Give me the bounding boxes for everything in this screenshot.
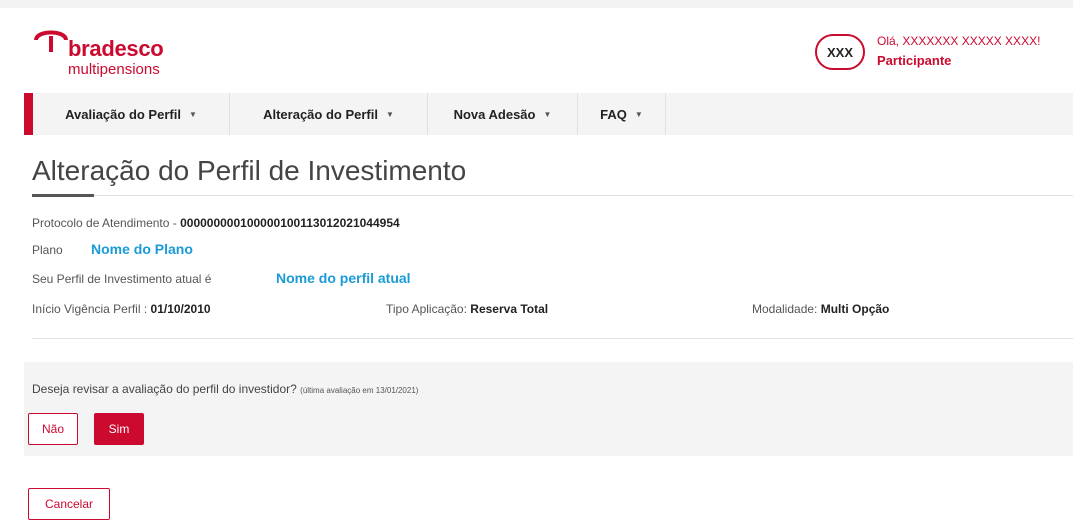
no-button[interactable]: Não bbox=[28, 413, 78, 445]
inicio-label: Início Vigência Perfil : bbox=[32, 302, 151, 316]
review-question-panel: Deseja revisar a avaliação do perfil do … bbox=[24, 362, 1073, 456]
modalidade-value: Multi Opção bbox=[820, 302, 890, 316]
title-underline bbox=[32, 194, 94, 197]
protocolo-row: Protocolo de Atendimento - 0000000001000… bbox=[32, 216, 400, 230]
page-title: Alteração do Perfil de Investimento bbox=[32, 155, 467, 186]
top-strip bbox=[0, 0, 1073, 8]
title-divider bbox=[32, 195, 1073, 196]
user-avatar[interactable]: XXX bbox=[815, 34, 865, 70]
bradesco-tree-icon bbox=[34, 30, 68, 52]
inicio-value: 01/10/2010 bbox=[150, 302, 211, 316]
nav-item-label: FAQ bbox=[600, 106, 627, 122]
nav-item-faq[interactable]: FAQ ▼ bbox=[578, 93, 666, 135]
header: bradesco multipensions XXX Olá, XXXXXXX … bbox=[0, 8, 1073, 91]
plano-label: Plano bbox=[32, 243, 63, 257]
chevron-down-icon: ▼ bbox=[188, 109, 197, 119]
nav-accent-bar bbox=[24, 93, 33, 135]
user-role: Participante bbox=[877, 53, 952, 68]
main-nav: Avaliação do Perfil ▼ Alteração do Perfi… bbox=[24, 93, 1073, 135]
tipo-label: Tipo Aplicação: bbox=[386, 302, 471, 316]
nav-item-nova-adesao[interactable]: Nova Adesão ▼ bbox=[428, 93, 578, 135]
cancel-button[interactable]: Cancelar bbox=[28, 488, 110, 520]
user-greeting: Olá, XXXXXXX XXXXX XXXX! bbox=[877, 34, 1041, 48]
yes-button[interactable]: Sim bbox=[94, 413, 144, 445]
chevron-down-icon: ▼ bbox=[385, 109, 394, 119]
review-question-text: Deseja revisar a avaliação do perfil do … bbox=[32, 382, 297, 396]
modalidade-row: Modalidade: Multi Opção bbox=[752, 302, 889, 316]
protocolo-label: Protocolo de Atendimento - bbox=[32, 216, 181, 230]
protocolo-value: 000000000100000100113012021044954 bbox=[180, 216, 400, 230]
modalidade-label: Modalidade: bbox=[752, 302, 821, 316]
last-review-note: (última avaliação em 13/01/2021) bbox=[300, 386, 419, 395]
review-question: Deseja revisar a avaliação do perfil do … bbox=[32, 382, 418, 396]
plano-value: Nome do Plano bbox=[91, 241, 193, 257]
section-divider bbox=[32, 338, 1073, 339]
perfil-label: Seu Perfil de Investimento atual é bbox=[32, 272, 212, 286]
brand-name: bradesco bbox=[68, 36, 164, 61]
nav-item-label: Avaliação do Perfil bbox=[65, 106, 181, 122]
chevron-down-icon: ▼ bbox=[543, 109, 552, 119]
tipo-value: Reserva Total bbox=[470, 302, 549, 316]
nav-item-alteracao-perfil[interactable]: Alteração do Perfil ▼ bbox=[230, 93, 428, 135]
nav-item-avaliacao-perfil[interactable]: Avaliação do Perfil ▼ bbox=[33, 93, 230, 135]
nav-item-label: Alteração do Perfil bbox=[263, 106, 378, 122]
chevron-down-icon: ▼ bbox=[634, 109, 643, 119]
tipo-aplicacao-row: Tipo Aplicação: Reserva Total bbox=[386, 302, 548, 316]
inicio-vigencia-row: Início Vigência Perfil : 01/10/2010 bbox=[32, 302, 211, 316]
perfil-value: Nome do perfil atual bbox=[276, 270, 411, 286]
nav-item-label: Nova Adesão bbox=[453, 106, 536, 122]
brand-subname: multipensions bbox=[68, 61, 160, 78]
bradesco-logo[interactable]: bradesco multipensions bbox=[32, 24, 192, 80]
